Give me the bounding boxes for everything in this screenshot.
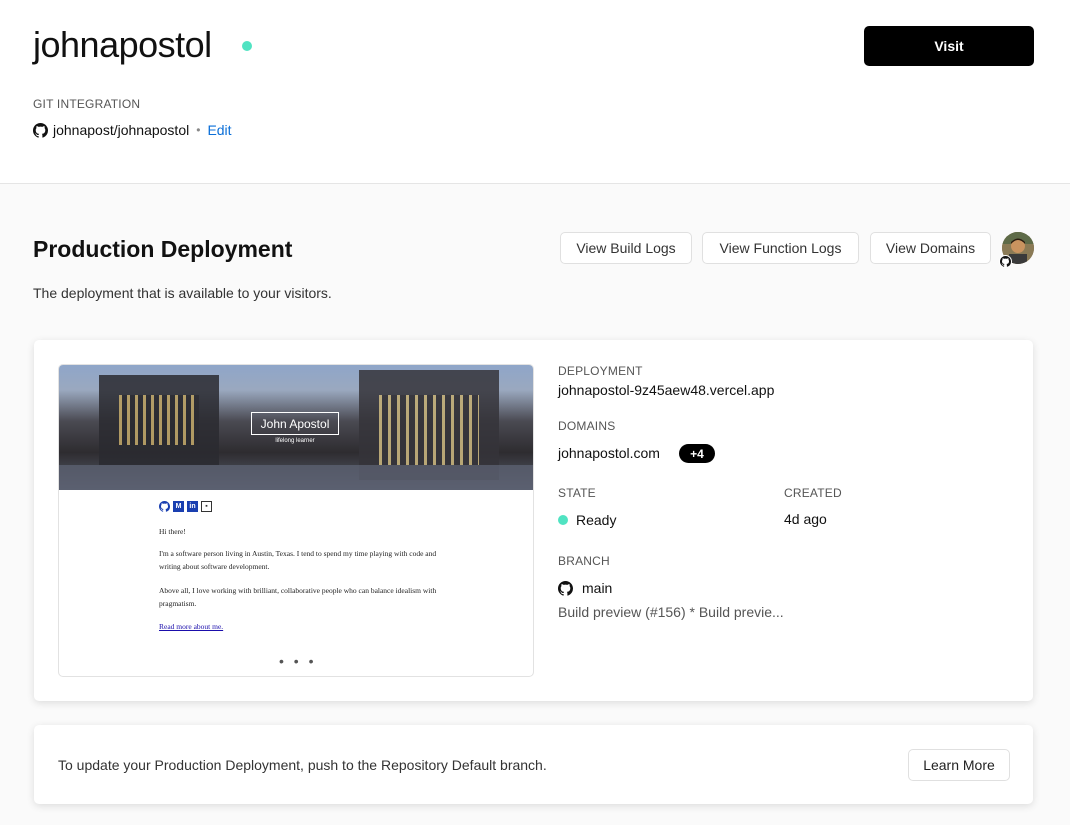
deployment-preview[interactable]: John Apostol lifelong learner M in ▪ Hi … [58,364,534,677]
production-deployment-subtitle: The deployment that is available to your… [33,285,332,301]
preview-greeting: Hi there! [159,527,186,536]
preview-hero-image: John Apostol lifelong learner [59,365,533,490]
medium-icon: M [173,501,184,512]
repo-name[interactable]: johnapost/johnapostol [53,122,189,138]
preview-more-dots: • • • [279,653,317,669]
separator-dot: • [196,123,201,137]
preview-paragraph-2: Above all, I love working with brilliant… [159,586,437,608]
branch-label: BRANCH [558,554,610,568]
avatar-github-badge [999,255,1012,268]
preview-paragraph-1: I'm a software person living in Austin, … [159,549,437,571]
preview-name: John Apostol [251,412,339,435]
edit-git-link[interactable]: Edit [207,122,231,138]
production-info-text: To update your Production Deployment, pu… [58,757,547,773]
view-function-logs-button[interactable]: View Function Logs [702,232,859,264]
created-value: 4d ago [784,511,827,527]
created-label: CREATED [784,486,842,500]
github-icon [1000,256,1011,267]
git-integration-label: GIT INTEGRATION [33,97,141,111]
deployment-url[interactable]: johnapostol-9z45aew48.vercel.app [558,382,774,398]
linkedin-icon: in [187,501,198,512]
view-build-logs-button[interactable]: View Build Logs [560,232,692,264]
ready-status-dot [558,515,568,525]
domains-count-badge[interactable]: +4 [679,444,715,463]
state-value: Ready [576,512,617,528]
github-icon [33,122,48,138]
preview-social-icons: M in ▪ [159,501,212,512]
production-deployment-title: Production Deployment [33,236,293,262]
visit-button[interactable]: Visit [864,26,1034,66]
git-integration-row: johnapost/johnapostol • Edit [33,122,232,138]
github-icon [558,581,573,596]
deployment-label: DEPLOYMENT [558,364,643,378]
domain-link[interactable]: johnapostol.com [558,445,660,461]
project-title: johnapostol [33,24,212,65]
deployment-card: John Apostol lifelong learner M in ▪ Hi … [34,340,1033,701]
learn-more-button[interactable]: Learn More [908,749,1010,781]
project-header: johnapostol Visit GIT INTEGRATION johnap… [0,0,1070,184]
commit-message[interactable]: Build preview (#156) * Build previe... [558,604,784,620]
branch-value[interactable]: main [582,580,612,596]
resume-icon: ▪ [201,501,212,512]
state-label: STATE [558,486,596,500]
production-info-card: To update your Production Deployment, pu… [34,725,1033,804]
project-status-dot [242,41,252,51]
github-icon [159,501,170,512]
preview-tagline: lifelong learner [275,438,315,444]
preview-read-more-link: Read more about me. [159,622,224,631]
domains-label: DOMAINS [558,419,616,433]
view-domains-button[interactable]: View Domains [870,232,991,264]
